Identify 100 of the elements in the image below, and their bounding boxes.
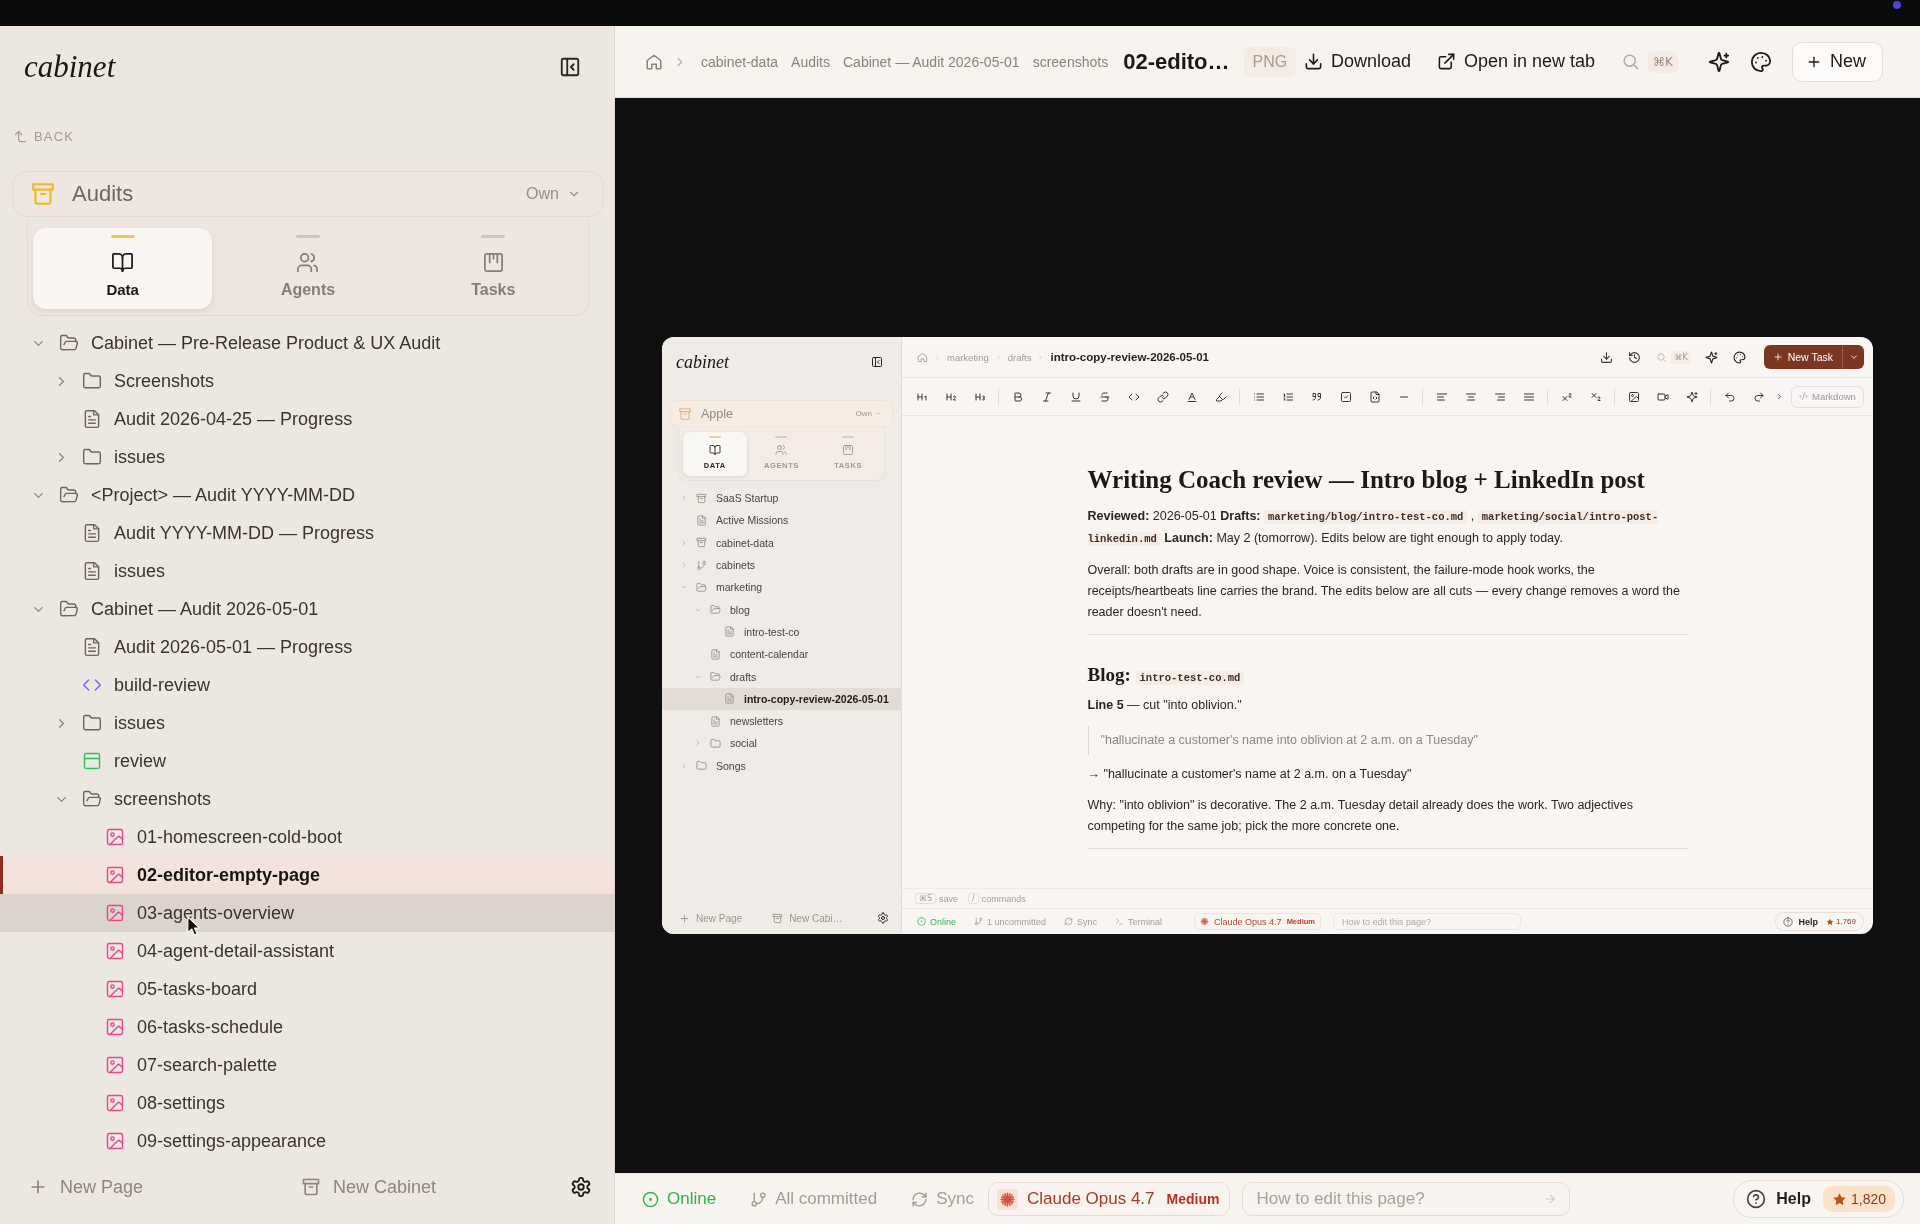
history-icon[interactable] [1628,350,1642,364]
tree-item[interactable]: cabinets [662,553,901,577]
tree-item[interactable]: issues [0,438,614,476]
folder-icon [710,737,721,749]
settings-icon[interactable] [877,912,889,924]
underline-icon[interactable] [1069,390,1082,403]
tree-item[interactable]: social [662,732,901,755]
document-icon [82,561,102,581]
breadcrumb-link[interactable]: screenshots [1032,53,1109,70]
new-button[interactable]: New [1792,41,1883,82]
new-task-menu-button[interactable] [1842,345,1864,369]
open-in-new-tab-button[interactable]: Open in new tab [1437,51,1596,72]
document-icon [710,648,721,660]
superscript-icon[interactable] [1560,390,1573,403]
tree-item[interactable]: Cabinet — Pre-Release Product & UX Audit [0,324,614,362]
tree-item[interactable]: 06-tasks-schedule [0,1008,614,1046]
shortcut-label: save [939,893,959,904]
tree-item[interactable]: issues [0,552,614,590]
tree-item[interactable]: Audit 2026-05-01 — Progress [0,628,614,666]
prompt-field[interactable]: How to edit this page? [1242,1182,1571,1216]
highlighter-icon[interactable] [1214,390,1227,403]
strikethrough-icon[interactable] [1098,390,1111,403]
collapse-sidebar-icon[interactable] [871,356,883,368]
text-color-icon[interactable] [1185,390,1198,403]
tree-item[interactable]: review [0,742,614,780]
breadcrumb-link[interactable]: Cabinet — Audit 2026-05-01 [843,53,1020,70]
tree-item[interactable]: build-review [0,666,614,704]
open-folder-icon [710,671,721,682]
tree-item[interactable]: Active Missions [662,509,901,532]
home-icon[interactable] [645,52,663,71]
sparkles-icon[interactable] [1708,50,1730,73]
document-icon [82,523,102,543]
sidebar-tab[interactable]: Data [33,228,213,309]
tree-item[interactable]: 04-agent-detail-assistant [0,932,614,970]
quote-icon[interactable] [1310,390,1323,403]
code-file-icon[interactable] [1368,390,1381,403]
align-justify-icon[interactable] [1522,390,1535,403]
new-task-button[interactable]: New Task [1763,345,1842,369]
collapse-sidebar-icon[interactable] [559,56,581,78]
download-icon[interactable] [1600,350,1614,364]
tree-item[interactable]: marketing [662,576,901,599]
align-right-icon[interactable] [1493,390,1506,403]
numbered-list-icon[interactable] [1281,390,1294,403]
undo-icon[interactable] [1723,390,1736,403]
tree-item[interactable]: 08-settings [0,1084,614,1122]
tree-item[interactable]: screenshots [0,780,614,818]
tree-item[interactable]: 02-editor-empty-page [0,856,614,894]
tree-item[interactable]: newsletters [662,709,901,733]
bullet-list-icon[interactable] [1252,390,1265,403]
paragraph: Overall: both drafts are in good shape. Voice is consistent, the failure-mode hook works, the receipts/heartbeats line carries the brand. The edits below are all cuts — every change removes a word the reader doesn't need. [1087,562,1681,621]
tree-item[interactable]: Screenshots [0,362,614,400]
document-icon [724,626,735,638]
chevron-down-icon [1848,352,1859,362]
branch-icon [974,917,983,926]
help-button[interactable]: Help [1746,1189,1811,1209]
tree-item[interactable]: 07-search-palette [0,1046,614,1084]
help-button[interactable]: Help [1775,912,1824,931]
prompt-field[interactable]: How to edit this page? [1332,913,1521,930]
redo-icon[interactable] [1752,390,1765,403]
star-icon [1831,1191,1847,1207]
tree-item[interactable]: 01-homescreen-cold-boot [0,818,614,856]
sparkles-icon[interactable] [1685,390,1698,403]
tree-item[interactable]: SaaS Startup [662,487,901,510]
tree-item[interactable]: 05-tasks-board [0,970,614,1008]
settings-icon[interactable] [570,1176,592,1198]
tree-item[interactable]: <Project> — Audit YYYY-MM-DD [0,476,614,514]
tree-item[interactable]: intro-copy-review-2026-05-01 [662,687,901,710]
tree-item[interactable]: 09-settings-appearance [0,1122,614,1160]
tree-item[interactable]: Audit YYYY-MM-DD — Progress [0,514,614,552]
bold-icon[interactable] [1011,390,1024,403]
tree-item[interactable]: Cabinet — Audit 2026-05-01 [0,590,614,628]
palette-icon[interactable] [1732,350,1746,364]
tree-item[interactable]: blog [662,598,901,621]
tree-item[interactable]: cabinet-data [662,531,901,554]
tree-item[interactable]: content-calendar [662,643,901,666]
palette-icon[interactable] [1750,50,1772,73]
tree-item[interactable]: intro-test-co [662,620,901,644]
link-icon[interactable] [1156,390,1169,403]
tree-item[interactable]: issues [0,704,614,742]
board-icon [481,251,505,274]
image-icon[interactable] [1627,390,1640,403]
tree-item[interactable]: drafts [662,665,901,688]
tree-item[interactable]: Audit 2026-04-25 — Progress [0,400,614,438]
align-center-icon[interactable] [1464,390,1477,403]
tree-item[interactable]: 03-agents-overview [0,894,614,932]
download-button[interactable]: Download [1303,51,1411,72]
checkbox-icon[interactable] [1339,390,1352,403]
open-folder-icon [696,581,707,593]
italic-icon[interactable] [1040,390,1053,403]
tree-item[interactable]: Songs [662,754,901,777]
chevron-right-icon[interactable] [1775,392,1784,401]
video-icon[interactable] [1656,390,1669,403]
align-left-icon[interactable] [1435,390,1448,403]
breadcrumb-link[interactable]: cabinet-data [701,53,779,70]
paragraph: Reviewed: 2026-05-01 Drafts: marketing/blog/intro-test-co.md , marketing/social/intro-post-linkedin.md Launch: May 2 (tomorrow). Edits below are tight enough to apply today. [1087,508,1660,548]
people-icon [775,444,788,456]
model-selector[interactable]: Claude Opus 4.7 Medium [987,1182,1231,1216]
download-icon [1303,52,1323,71]
subscript-icon[interactable] [1589,390,1602,403]
sparkles-icon[interactable] [1704,350,1718,364]
